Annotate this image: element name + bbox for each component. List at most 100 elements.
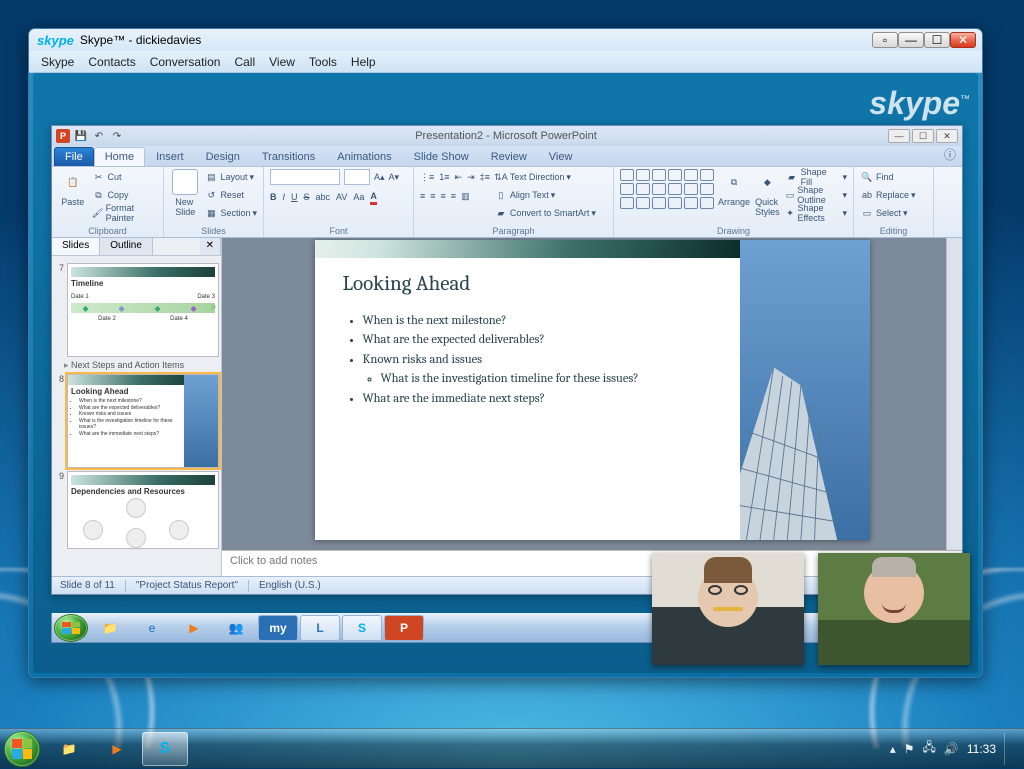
ppt-maximize-button[interactable]: ☐ <box>912 129 934 143</box>
shared-explorer-icon[interactable]: 📁 <box>90 615 130 641</box>
text-direction-button[interactable]: ⇅AText Direction ▾ <box>494 169 596 185</box>
ppt-titlebar[interactable]: P 💾 ↶ ↷ Presentation2 - Microsoft PowerP… <box>52 126 962 146</box>
italic-button[interactable]: I <box>283 189 286 205</box>
ppt-minimize-button[interactable]: — <box>888 129 910 143</box>
outline-tab[interactable]: Outline <box>100 238 153 255</box>
menu-skype[interactable]: Skype <box>41 55 74 69</box>
cut-button[interactable]: ✂Cut <box>91 169 157 185</box>
start-button[interactable] <box>0 729 44 769</box>
find-button[interactable]: 🔍Find <box>860 169 916 185</box>
paste-button[interactable]: 📋 Paste <box>58 169 87 207</box>
tray-flag-icon[interactable]: ⚑ <box>904 742 915 756</box>
show-desktop-button[interactable] <box>1004 733 1012 765</box>
taskbar-media-icon[interactable]: ▶ <box>94 732 140 766</box>
ribbon-help-icon[interactable]: ⓘ <box>938 143 962 166</box>
replace-button[interactable]: abReplace ▾ <box>860 187 916 203</box>
tab-animations[interactable]: Animations <box>326 147 402 166</box>
new-slide-button[interactable]: New Slide <box>170 169 200 217</box>
font-color-button[interactable]: A <box>370 189 377 205</box>
tray-network-icon[interactable]: 🖧 <box>923 738 936 759</box>
section-button[interactable]: ▦Section ▾ <box>204 205 257 221</box>
indent-icon[interactable]: ⇥ <box>467 169 475 185</box>
justify-icon[interactable]: ≡ <box>451 188 456 204</box>
outdent-icon[interactable]: ⇤ <box>455 169 463 185</box>
numbering-icon[interactable]: 1≡ <box>439 169 449 185</box>
restore-two-icon[interactable]: ▫ <box>872 32 898 48</box>
menu-contacts[interactable]: Contacts <box>88 55 135 69</box>
bold-button[interactable]: B <box>270 189 277 205</box>
undo-icon[interactable]: ↶ <box>92 129 106 143</box>
align-center-icon[interactable]: ≡ <box>430 188 435 204</box>
shape-fill-button[interactable]: ▰Shape Fill ▾ <box>785 169 847 185</box>
slide-canvas[interactable]: Looking Ahead When is the next milestone… <box>222 238 962 550</box>
case-button[interactable]: Aa <box>353 189 364 205</box>
status-lang[interactable]: English (U.S.) <box>259 580 321 591</box>
tab-home[interactable]: Home <box>94 147 145 166</box>
ppt-close-button[interactable]: ✕ <box>936 129 958 143</box>
arrange-button[interactable]: ⧉Arrange <box>718 169 750 207</box>
slide-thumbnail-7[interactable]: Timeline Date 1Date 3 ◆ ◆ ◆ ◆ ▶ Date 2Da… <box>67 263 219 357</box>
tab-transitions[interactable]: Transitions <box>251 147 326 166</box>
shrink-font-icon[interactable]: A▾ <box>389 169 400 185</box>
shape-effects-button[interactable]: ✦Shape Effects ▾ <box>785 205 847 221</box>
save-icon[interactable]: 💾 <box>74 129 88 143</box>
shadow-button[interactable]: abc <box>316 189 331 205</box>
copy-button[interactable]: ⧉Copy <box>91 187 157 203</box>
menu-tools[interactable]: Tools <box>309 55 337 69</box>
shared-wlm-icon[interactable]: 👥 <box>216 615 256 641</box>
shared-ppt-icon[interactable]: P <box>384 615 424 641</box>
shared-lync-icon[interactable]: L <box>300 615 340 641</box>
shape-outline-button[interactable]: ▭Shape Outline ▾ <box>785 187 847 203</box>
video-feed-2[interactable] <box>818 553 970 665</box>
quick-styles-button[interactable]: ◆Quick Styles <box>754 169 781 217</box>
font-size-dropdown[interactable] <box>344 169 370 185</box>
tray-volume-icon[interactable]: 🔊 <box>944 742 959 756</box>
redo-icon[interactable]: ↷ <box>110 129 124 143</box>
tab-file[interactable]: File <box>54 147 94 166</box>
shared-my-icon[interactable]: my <box>258 615 298 641</box>
tab-view[interactable]: View <box>538 147 584 166</box>
layout-button[interactable]: ▤Layout ▾ <box>204 169 257 185</box>
tray-clock[interactable]: 11:33 <box>967 742 996 756</box>
shared-ie-icon[interactable]: e <box>132 615 172 641</box>
select-button[interactable]: ▭Select ▾ <box>860 205 916 221</box>
tab-design[interactable]: Design <box>195 147 251 166</box>
format-painter-button[interactable]: 🖌Format Painter <box>91 205 157 221</box>
taskbar-skype-icon[interactable]: S <box>142 732 188 766</box>
align-right-icon[interactable]: ≡ <box>441 188 446 204</box>
menu-call[interactable]: Call <box>234 55 255 69</box>
maximize-button[interactable]: ☐ <box>924 32 950 48</box>
vscrollbar[interactable] <box>946 238 962 550</box>
spacing-button[interactable]: AV <box>336 189 347 205</box>
bullets-icon[interactable]: ⋮≡ <box>420 169 434 185</box>
shared-media-icon[interactable]: ▶ <box>174 615 214 641</box>
slide-thumbnail-8[interactable]: Looking Ahead When is the next milestone… <box>67 374 219 468</box>
slides-tab[interactable]: Slides <box>52 238 100 255</box>
font-family-dropdown[interactable] <box>270 169 340 185</box>
menu-help[interactable]: Help <box>351 55 376 69</box>
close-button[interactable]: ✕ <box>950 32 976 48</box>
linespacing-icon[interactable]: ‡≡ <box>480 169 490 185</box>
shared-skype-icon[interactable]: S <box>342 615 382 641</box>
align-text-button[interactable]: ▯Align Text ▾ <box>494 187 596 203</box>
convert-smartart-button[interactable]: ▰Convert to SmartArt ▾ <box>494 205 596 221</box>
align-left-icon[interactable]: ≡ <box>420 188 425 204</box>
tab-review[interactable]: Review <box>480 147 538 166</box>
section-header[interactable]: Next Steps and Action Items <box>64 360 219 371</box>
grow-font-icon[interactable]: A▴ <box>374 169 385 185</box>
shared-start-button[interactable] <box>54 614 88 642</box>
slide-thumbnail-9[interactable]: Dependencies and Resources <box>67 471 219 549</box>
minimize-button[interactable]: — <box>898 32 924 48</box>
close-panel-icon[interactable]: ✕ <box>200 238 221 255</box>
taskbar-explorer-icon[interactable]: 📁 <box>46 732 92 766</box>
menu-conversation[interactable]: Conversation <box>150 55 221 69</box>
shapes-gallery[interactable] <box>620 169 714 209</box>
columns-icon[interactable]: ▥ <box>461 188 470 204</box>
menu-view[interactable]: View <box>269 55 295 69</box>
tab-insert[interactable]: Insert <box>145 147 195 166</box>
tray-more-icon[interactable]: ▴ <box>890 742 896 756</box>
underline-button[interactable]: U <box>291 189 298 205</box>
reset-button[interactable]: ↺Reset <box>204 187 257 203</box>
skype-titlebar[interactable]: skype Skype™ - dickiedavies ▫ — ☐ ✕ <box>29 29 982 51</box>
video-feed-1[interactable] <box>652 553 804 665</box>
